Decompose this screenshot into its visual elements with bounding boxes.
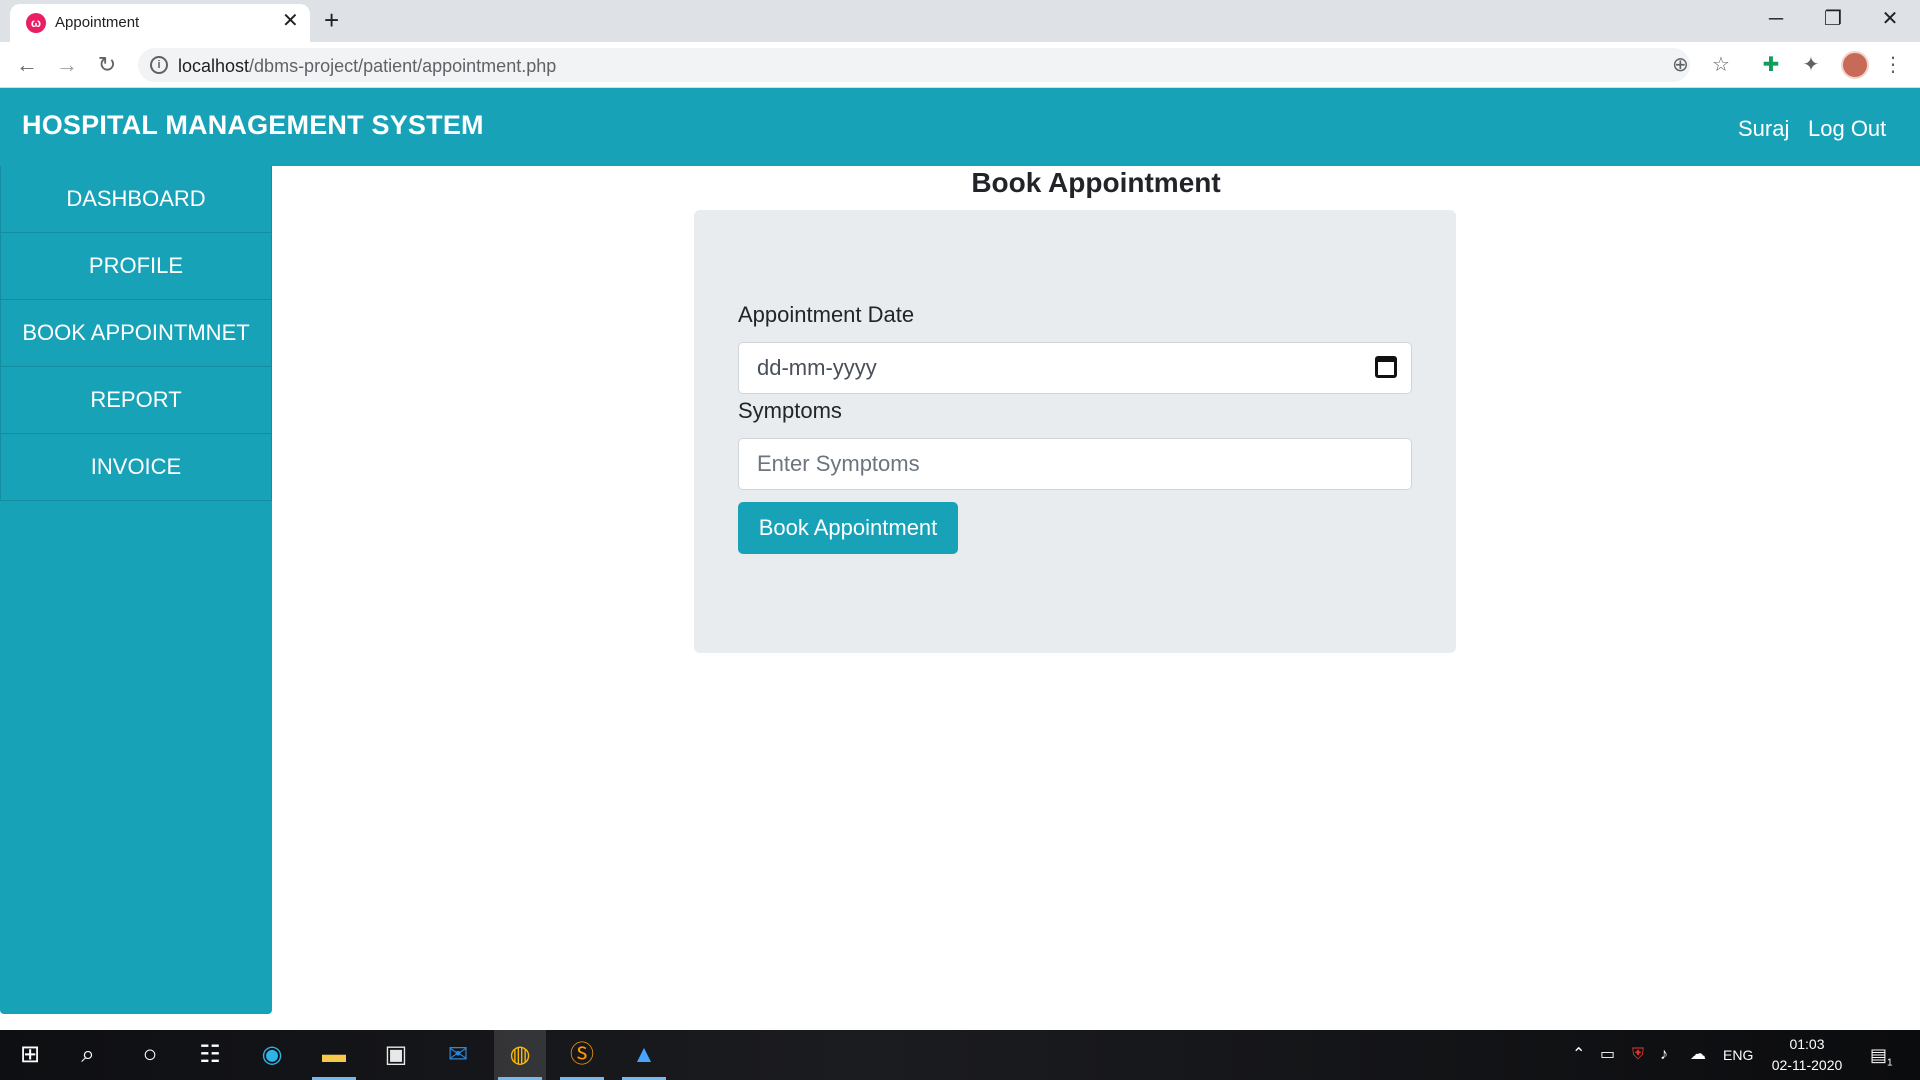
top-navbar: HOSPITAL MANAGEMENT SYSTEM Suraj Log Out bbox=[0, 88, 1920, 166]
new-tab-icon[interactable]: + bbox=[324, 6, 339, 34]
search-icon[interactable]: ⌕ bbox=[62, 1030, 114, 1080]
windows-taskbar: ⊞ ⌕ ○ ☷ ◉ ▬ ▣ ✉ ◍ Ⓢ ▲ ⌃ ▭ ⛨ ♪ ☁ ENG 01:0… bbox=[0, 1030, 1920, 1080]
address-url[interactable]: localhost/dbms-project/patient/appointme… bbox=[178, 56, 556, 77]
url-host: localhost bbox=[178, 56, 250, 76]
appointment-date-label: Appointment Date bbox=[738, 302, 915, 327]
notification-count: 1 bbox=[1887, 1057, 1893, 1069]
edge-browser-icon[interactable]: ◉ bbox=[246, 1030, 298, 1080]
back-icon[interactable]: ← bbox=[12, 50, 42, 80]
tab-title: Appointment bbox=[55, 14, 140, 31]
onedrive-cloud-icon[interactable]: ☁ bbox=[1690, 1044, 1706, 1066]
browser-menu-icon[interactable]: ⋮ bbox=[1880, 52, 1906, 78]
sidebar-item-invoice[interactable]: INVOICE bbox=[0, 434, 272, 501]
sidebar-item-report[interactable]: REPORT bbox=[0, 367, 272, 434]
bookmark-star-icon[interactable]: ☆ bbox=[1712, 54, 1730, 76]
reload-icon[interactable]: ↻ bbox=[92, 50, 122, 80]
book-appointment-button[interactable]: Book Appointment bbox=[738, 502, 958, 554]
sublime-text-icon[interactable]: Ⓢ bbox=[556, 1030, 608, 1080]
language-indicator[interactable]: ENG bbox=[1723, 1044, 1753, 1066]
security-center-icon[interactable]: ▭ bbox=[1600, 1044, 1615, 1066]
date-placeholder: dd-mm-yyyy bbox=[757, 355, 877, 380]
symptoms-placeholder: Enter Symptoms bbox=[757, 451, 920, 476]
clock-date: 02-11-2020 bbox=[1771, 1057, 1843, 1073]
profile-avatar[interactable] bbox=[1841, 51, 1869, 79]
action-center-icon[interactable]: ▤1 bbox=[1870, 1044, 1893, 1075]
task-view-icon[interactable]: ☷ bbox=[184, 1030, 236, 1080]
close-window-icon[interactable]: ✕ bbox=[1870, 4, 1910, 34]
cortana-icon[interactable]: ○ bbox=[124, 1030, 176, 1080]
photos-icon[interactable]: ▲ bbox=[618, 1030, 670, 1080]
store-icon[interactable]: ▣ bbox=[370, 1030, 422, 1080]
restore-window-icon[interactable]: ❐ bbox=[1813, 4, 1853, 34]
clock-time: 01:03 bbox=[1789, 1036, 1825, 1052]
minimize-window-icon[interactable]: ─ bbox=[1756, 4, 1796, 34]
sidebar: DASHBOARD PROFILE BOOK APPOINTMNET REPOR… bbox=[0, 166, 272, 1014]
logout-link[interactable]: Log Out bbox=[1808, 116, 1886, 142]
address-bar[interactable]: i localhost/dbms-project/patient/appoint… bbox=[138, 48, 1730, 82]
appointment-form-card: Appointment Date dd-mm-yyyy Symptoms Ent… bbox=[694, 210, 1456, 653]
system-clock[interactable]: 01:03 02-11-2020 bbox=[1762, 1034, 1852, 1076]
sidebar-item-dashboard[interactable]: DASHBOARD bbox=[0, 166, 272, 233]
site-favicon-icon: ω bbox=[26, 13, 46, 33]
symptoms-input[interactable]: Enter Symptoms bbox=[738, 438, 1412, 490]
chrome-icon[interactable]: ◍ bbox=[494, 1030, 546, 1080]
page-title: Book Appointment bbox=[971, 167, 1221, 198]
forward-icon[interactable]: → bbox=[52, 50, 82, 80]
close-tab-icon[interactable]: ✕ bbox=[282, 11, 299, 31]
url-path: /dbms-project/patient/appointment.php bbox=[249, 56, 557, 76]
brand-title[interactable]: HOSPITAL MANAGEMENT SYSTEM bbox=[22, 110, 484, 141]
sidebar-item-profile[interactable]: PROFILE bbox=[0, 233, 272, 300]
calendar-icon[interactable] bbox=[1375, 356, 1397, 378]
browser-toolbar: ← → ↻ i localhost/dbms-project/patient/a… bbox=[0, 42, 1920, 88]
site-info-icon[interactable]: i bbox=[150, 56, 168, 74]
windows-start-icon[interactable]: ⊞ bbox=[4, 1030, 56, 1080]
browser-tabstrip: ω Appointment ✕ + ─ ❐ ✕ bbox=[0, 0, 1920, 42]
symptoms-label: Symptoms bbox=[738, 398, 842, 423]
android-extension-icon[interactable]: ✚ bbox=[1758, 52, 1784, 78]
volume-icon[interactable]: ♪ bbox=[1660, 1044, 1668, 1066]
tray-overflow-icon[interactable]: ⌃ bbox=[1572, 1044, 1585, 1066]
browser-tab[interactable]: ω Appointment ✕ bbox=[10, 4, 310, 42]
appointment-date-input[interactable]: dd-mm-yyyy bbox=[738, 342, 1412, 394]
file-explorer-icon[interactable]: ▬ bbox=[308, 1030, 360, 1080]
antivirus-shield-icon[interactable]: ⛨ bbox=[1632, 1044, 1644, 1066]
extensions-puzzle-icon[interactable]: ✦ bbox=[1798, 52, 1824, 78]
mail-icon[interactable]: ✉ bbox=[432, 1030, 484, 1080]
zoom-icon[interactable]: ⊕ bbox=[1672, 54, 1689, 76]
user-name-link[interactable]: Suraj bbox=[1738, 116, 1789, 142]
sidebar-item-book-appointment[interactable]: BOOK APPOINTMNET bbox=[0, 300, 272, 367]
